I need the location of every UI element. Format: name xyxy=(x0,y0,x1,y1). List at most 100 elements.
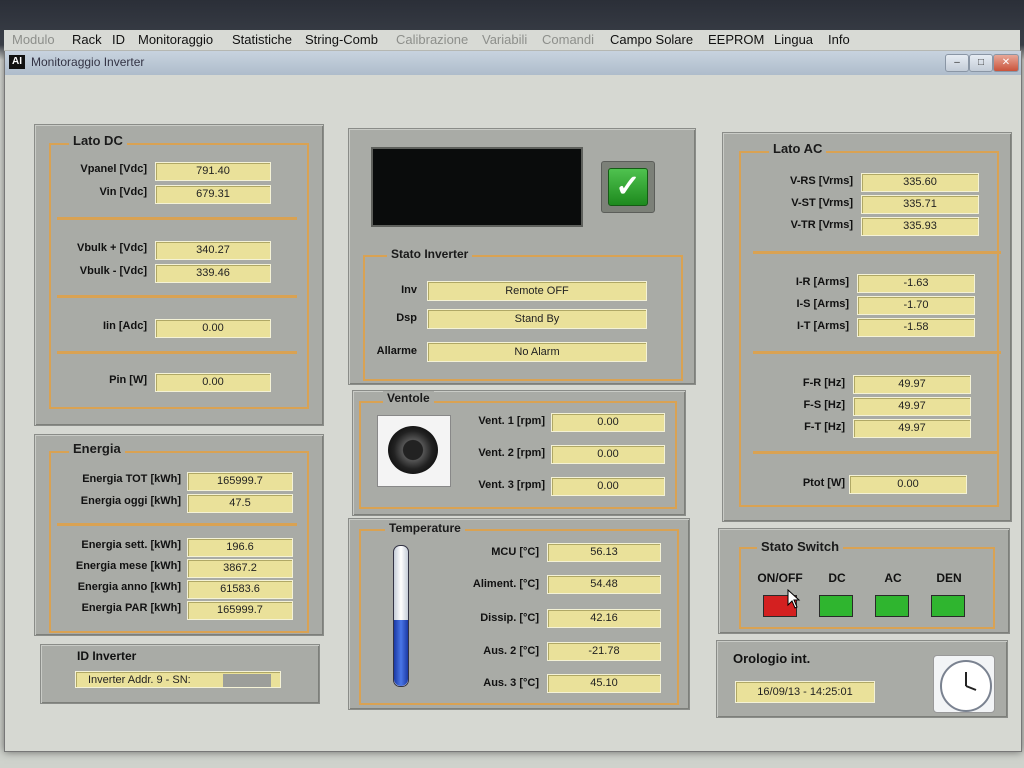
energia-tot-label: Energia TOT [kWh] xyxy=(82,473,181,485)
menu-variabili[interactable]: Variabili xyxy=(482,32,527,47)
lato-ac-panel: Lato AC V-RS [Vrms] 335.60 V-ST [Vrms] 3… xyxy=(722,132,1012,522)
switch-ac-indicator[interactable] xyxy=(875,595,909,617)
pin-value: 0.00 xyxy=(155,373,271,392)
vst-value: 335.71 xyxy=(861,195,979,214)
dissip-label: Dissip. [°C] xyxy=(480,612,539,624)
menu-id[interactable]: ID xyxy=(112,32,125,47)
menu-bar: Modulo Rack ID Monitoraggio Statistiche … xyxy=(4,30,1020,51)
thermometer-fill xyxy=(394,620,408,686)
dsp-value: Stand By xyxy=(427,309,647,329)
vbulk-minus-value: 339.46 xyxy=(155,264,271,283)
ir-label: I-R [Arms] xyxy=(795,276,849,288)
aus3-label: Aus. 3 [°C] xyxy=(483,677,539,689)
aliment-value: 54.48 xyxy=(547,575,661,594)
lcd-display xyxy=(371,147,583,227)
aliment-label: Aliment. [°C] xyxy=(472,578,539,590)
stato-switch-panel: Stato Switch ON/OFF DC AC DEN xyxy=(718,528,1010,634)
mcu-value: 56.13 xyxy=(547,543,661,562)
separator xyxy=(57,217,297,220)
menu-rack[interactable]: Rack xyxy=(72,32,102,47)
lato-dc-title: Lato DC xyxy=(69,133,127,148)
ft-label: F-T [Hz] xyxy=(804,421,845,433)
vin-label: Vin [Vdc] xyxy=(99,186,147,198)
vbulk-plus-value: 340.27 xyxy=(155,241,271,260)
vrs-label: V-RS [Vrms] xyxy=(790,175,853,187)
vpanel-value: 791.40 xyxy=(155,162,271,181)
stato-inverter-title: Stato Inverter xyxy=(387,247,473,261)
dsp-label: Dsp xyxy=(396,312,417,324)
menu-modulo[interactable]: Modulo xyxy=(12,32,55,47)
pin-label: Pin [W] xyxy=(109,374,147,386)
orologio-panel: Orologio int. 16/09/13 - 14:25:01 xyxy=(716,640,1008,718)
app-icon: AI xyxy=(9,55,25,69)
separator xyxy=(753,351,1001,354)
ventole-panel: Ventole Vent. 1 [rpm] 0.00 Vent. 2 [rpm]… xyxy=(352,390,686,516)
vent1-value: 0.00 xyxy=(551,413,665,432)
energia-par-label: Energia PAR [kWh] xyxy=(81,602,181,614)
separator xyxy=(753,251,1001,254)
fan-image xyxy=(377,415,451,487)
menu-calibrazione[interactable]: Calibrazione xyxy=(396,32,468,47)
menu-comandi[interactable]: Comandi xyxy=(542,32,594,47)
vbulk-plus-label: Vbulk + [Vdc] xyxy=(77,242,147,254)
energia-tot-value: 165999.7 xyxy=(187,472,293,491)
minimize-button[interactable]: – xyxy=(945,54,969,72)
menu-monitoraggio[interactable]: Monitoraggio xyxy=(138,32,213,47)
menu-info[interactable]: Info xyxy=(828,32,850,47)
is-value: -1.70 xyxy=(857,296,975,315)
ventole-title: Ventole xyxy=(383,391,434,405)
vent3-value: 0.00 xyxy=(551,477,665,496)
energia-title: Energia xyxy=(69,441,125,456)
it-value: -1.58 xyxy=(857,318,975,337)
ptot-value: 0.00 xyxy=(849,475,967,494)
dissip-value: 42.16 xyxy=(547,609,661,628)
switch-den-indicator[interactable] xyxy=(931,595,965,617)
switch-dc-label: DC xyxy=(828,571,846,585)
separator xyxy=(57,523,297,526)
status-panel: ✓ Stato Inverter Inv Remote OFF Dsp Stan… xyxy=(348,128,696,385)
mcu-label: MCU [°C] xyxy=(491,546,539,558)
menu-string-comb[interactable]: String-Comb xyxy=(305,32,378,47)
vtr-value: 335.93 xyxy=(861,217,979,236)
vent2-value: 0.00 xyxy=(551,445,665,464)
vbulk-minus-label: Vbulk - [Vdc] xyxy=(79,265,147,277)
serial-redaction xyxy=(223,674,271,687)
vin-value: 679.31 xyxy=(155,185,271,204)
ir-value: -1.63 xyxy=(857,274,975,293)
energia-mese-label: Energia mese [kWh] xyxy=(75,560,181,572)
is-label: I-S [Arms] xyxy=(796,298,849,310)
menu-lingua[interactable]: Lingua xyxy=(774,32,813,47)
vtr-label: V-TR [Vrms] xyxy=(790,219,853,231)
energia-anno-label: Energia anno [kWh] xyxy=(77,581,181,593)
fs-value: 49.97 xyxy=(853,397,971,416)
inv-value: Remote OFF xyxy=(427,281,647,301)
fr-value: 49.97 xyxy=(853,375,971,394)
close-button[interactable]: ✕ xyxy=(993,54,1019,72)
window-title: Monitoraggio Inverter xyxy=(31,55,145,69)
iin-label: Iin [Adc] xyxy=(103,320,147,332)
temperature-panel: Temperature MCU [°C] 56.13 Aliment. [°C]… xyxy=(348,518,690,710)
ok-status-button[interactable]: ✓ xyxy=(601,161,655,213)
vent2-label: Vent. 2 [rpm] xyxy=(478,447,545,459)
clock-face xyxy=(940,660,992,712)
energia-oggi-value: 47.5 xyxy=(187,494,293,513)
separator xyxy=(57,351,297,354)
menu-statistiche[interactable]: Statistiche xyxy=(232,32,292,47)
thermometer xyxy=(393,545,409,687)
energia-panel: Energia Energia TOT [kWh] 165999.7 Energ… xyxy=(34,434,324,636)
id-inverter-panel: ID Inverter Inverter Addr. 9 - SN: xyxy=(40,644,320,704)
aus3-value: 45.10 xyxy=(547,674,661,693)
temperature-title: Temperature xyxy=(385,521,465,535)
menu-campo-solare[interactable]: Campo Solare xyxy=(610,32,693,47)
mouse-cursor-icon xyxy=(787,589,801,609)
id-inverter-title: ID Inverter xyxy=(77,649,137,663)
it-label: I-T [Arms] xyxy=(797,320,849,332)
maximize-button[interactable]: □ xyxy=(969,54,993,72)
switch-dc-indicator[interactable] xyxy=(819,595,853,617)
energia-par-value: 165999.7 xyxy=(187,601,293,620)
menu-eeprom[interactable]: EEPROM xyxy=(708,32,764,47)
separator xyxy=(753,451,997,454)
title-bar: AI Monitoraggio Inverter – □ ✕ xyxy=(5,51,1021,75)
aus2-value: -21.78 xyxy=(547,642,661,661)
iin-value: 0.00 xyxy=(155,319,271,338)
